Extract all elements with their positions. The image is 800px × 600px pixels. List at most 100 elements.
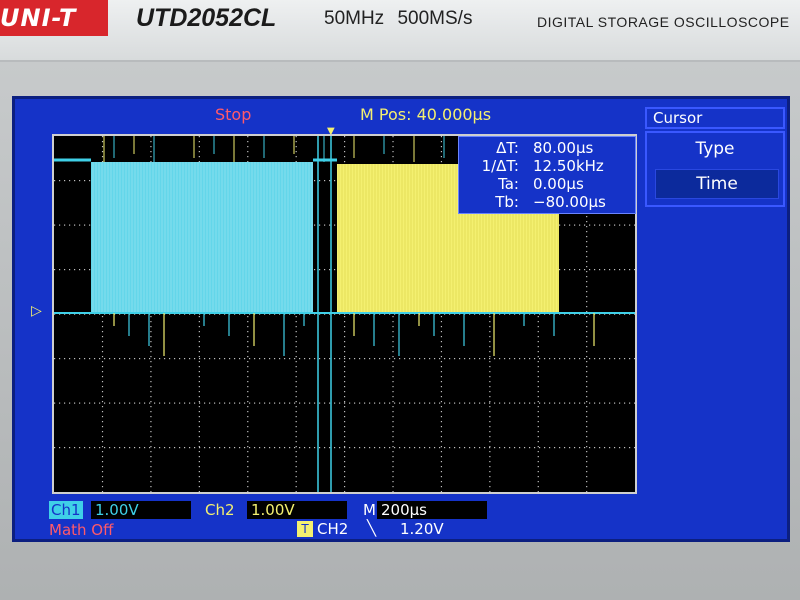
grid-dot [101, 416, 104, 418]
grid-dot [295, 451, 297, 453]
grid-dot [440, 476, 443, 478]
grid-dot [150, 481, 152, 483]
grid-dot [198, 336, 200, 338]
grid-dot [101, 356, 104, 358]
readout-label: Ta: [498, 175, 519, 193]
menu-title: Cursor [645, 107, 785, 129]
grid-dot [392, 351, 394, 353]
grid-dot [589, 447, 591, 449]
grid-dot [64, 358, 66, 360]
grid-dot [586, 461, 588, 463]
grid-dot [334, 402, 336, 404]
math-status: Math Off [49, 521, 114, 539]
grid-dot [295, 441, 297, 443]
grid-dot [314, 180, 316, 182]
readout-value: −80.00µs [533, 193, 606, 211]
grid-dot [564, 402, 566, 404]
grid-dot [249, 402, 251, 404]
grid-dot [304, 358, 306, 360]
grid-dot [586, 276, 588, 278]
grid-dot [150, 441, 152, 443]
grid-dot [101, 446, 104, 448]
grid-dot [454, 358, 456, 360]
grid-dot [586, 301, 588, 303]
grid-dot [434, 358, 436, 360]
grid-dot [247, 421, 249, 423]
grid-dot [489, 401, 491, 403]
grid-dot [214, 447, 216, 449]
grid-dot [349, 358, 351, 360]
grid-dot [150, 401, 152, 403]
grid-dot [629, 224, 631, 226]
grid-dot [247, 461, 249, 463]
grid-dot [284, 447, 286, 449]
grid-dot [154, 358, 156, 360]
grid-dot [559, 269, 561, 271]
grid-dot [614, 269, 616, 271]
grid-dot [586, 221, 588, 223]
grid-dot [334, 447, 336, 449]
grid-dot [586, 266, 588, 268]
grid-dot [295, 481, 297, 483]
grid-dot [59, 447, 61, 449]
grid-dot [124, 358, 126, 360]
grid-dot [624, 224, 626, 226]
grid-dot [440, 446, 443, 448]
grid-dot [586, 471, 588, 473]
grid-dot [134, 402, 136, 404]
grid-dot [344, 356, 346, 358]
grid-dot [440, 146, 443, 148]
grid-dot [247, 456, 249, 458]
grid-dot [499, 402, 501, 404]
grid-dot [247, 441, 249, 443]
grid-dot [609, 224, 611, 226]
grid-dot [101, 361, 104, 363]
grid-dot [440, 151, 443, 153]
grid-dot [409, 402, 411, 404]
grid-dot [274, 402, 276, 404]
grid-dot [537, 431, 539, 433]
grid-dot [499, 447, 501, 449]
grid-dot [247, 381, 249, 383]
grid-dot [537, 396, 539, 398]
grid-dot [269, 447, 271, 449]
grid-dot [101, 321, 104, 323]
grid-dot [295, 361, 297, 363]
grid-dot [344, 441, 346, 443]
grid-dot [489, 331, 491, 333]
spec-text: 50MHz 500MS/s [324, 8, 473, 29]
grid-dot [114, 447, 116, 449]
grid-dot [101, 366, 104, 368]
grid-dot [198, 481, 200, 483]
grid-dot [489, 358, 491, 360]
grid-dot [440, 316, 443, 318]
grid-dot [247, 411, 249, 413]
grid-dot [537, 426, 539, 428]
grid-dot [101, 336, 104, 338]
grid-dot [150, 491, 152, 492]
grid-dot [409, 447, 411, 449]
grid-dot [537, 436, 539, 438]
grid-dot [629, 447, 631, 449]
grid-dot [198, 436, 200, 438]
grid-dot [569, 269, 571, 271]
grid-dot [159, 447, 161, 449]
grid-dot [504, 402, 506, 404]
grid-dot [392, 316, 394, 318]
run-status: Stop [215, 105, 252, 124]
grid-dot [489, 491, 491, 492]
grid-dot [324, 180, 326, 182]
grid-dot [344, 491, 346, 492]
grid-dot [449, 402, 451, 404]
grid-dot [295, 341, 297, 343]
grid-dot [586, 416, 588, 418]
grid-dot [319, 447, 321, 449]
grid-dot [344, 426, 346, 428]
grid-dot [198, 146, 200, 148]
grid-dot [295, 316, 297, 318]
grid-dot [404, 447, 406, 449]
grid-dot [344, 402, 346, 404]
trigger-icon: T [297, 521, 313, 537]
grid-dot [99, 402, 101, 404]
menu-type-button[interactable]: Type Time [645, 131, 785, 207]
